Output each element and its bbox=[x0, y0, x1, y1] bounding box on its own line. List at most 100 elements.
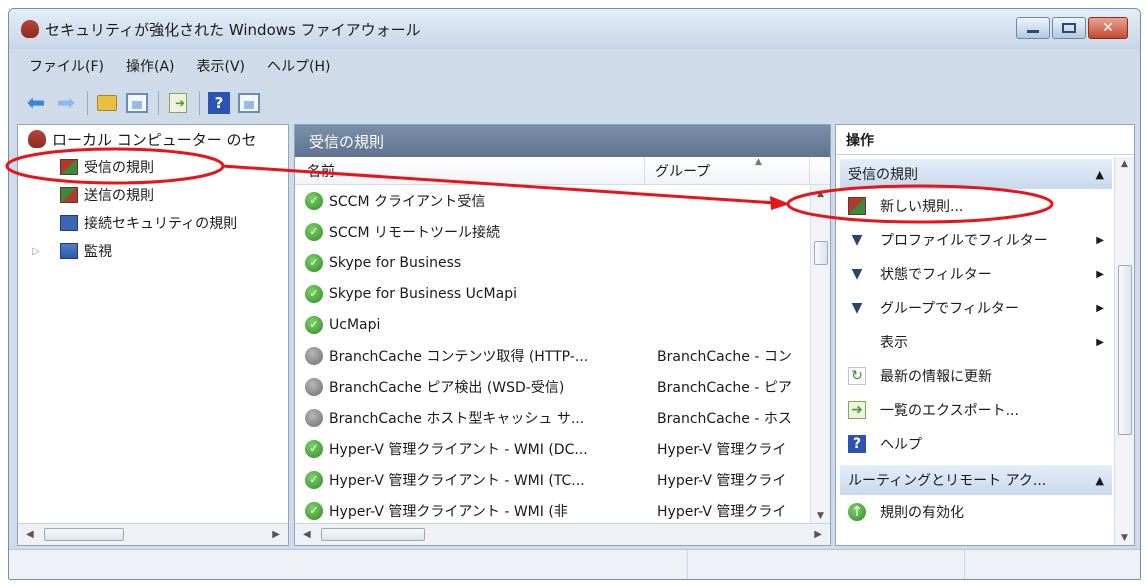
vertical-scrollbar[interactable]: ▲ ▼ bbox=[1114, 157, 1134, 545]
actions-section-routing[interactable]: ルーティングとリモート アク... ▲ bbox=[840, 465, 1112, 495]
table-row[interactable]: ✓ Skype for Business bbox=[295, 247, 810, 278]
table-row[interactable]: BranchCache コンテンツ取得 (HTTP-... BranchCache… bbox=[295, 340, 810, 371]
menu-view[interactable]: 表示(V) bbox=[197, 56, 246, 76]
enable-rule-icon: ↑ bbox=[848, 503, 866, 521]
scrollbar-thumb[interactable] bbox=[44, 528, 124, 541]
menu-help[interactable]: ヘルプ(H) bbox=[267, 56, 330, 76]
table-row[interactable]: ✓ Hyper-V 管理クライアント - WMI (DC... Hyper-V 管理… bbox=[295, 433, 810, 464]
tree-item-inbound-rules[interactable]: 受信の規則 bbox=[18, 153, 288, 181]
tree-item-connection-security[interactable]: 接続セキュリティの規則 bbox=[18, 209, 288, 237]
rule-name: SCCM クライアント受信 bbox=[329, 193, 486, 210]
firewall-shield-icon bbox=[28, 130, 46, 148]
submenu-arrow-icon: ▶ bbox=[1096, 336, 1104, 348]
horizontal-scrollbar[interactable]: ◀ ▶ bbox=[295, 523, 830, 545]
rule-group: BranchCache - ホス bbox=[657, 410, 792, 427]
rule-group: BranchCache - ピア bbox=[657, 379, 792, 396]
back-button[interactable]: ⬅ bbox=[23, 90, 49, 116]
table-row[interactable]: ✓ SCCM リモートツール接続 bbox=[295, 216, 810, 247]
help-icon: ? bbox=[848, 435, 866, 453]
rules-list-pane: 受信の規則 名前 グループ ▲ ✓ SCCM クライアント受信 ✓ SCCM リモート… bbox=[294, 124, 831, 546]
action-enable-rule[interactable]: ↑ 規則の有効化 bbox=[836, 495, 1112, 529]
enabled-rule-icon: ✓ bbox=[305, 222, 323, 241]
column-header-name[interactable]: 名前 bbox=[295, 157, 645, 184]
tree-root-label: ローカル コンピューター のセ bbox=[52, 130, 257, 149]
scroll-up-icon[interactable]: ▲ bbox=[811, 185, 830, 203]
scroll-up-icon[interactable]: ▲ bbox=[1115, 159, 1134, 169]
firewall-shield-icon bbox=[21, 20, 39, 38]
close-button[interactable]: ✕ bbox=[1088, 17, 1128, 39]
scroll-left-icon[interactable]: ◀ bbox=[303, 529, 311, 540]
export-list-button[interactable] bbox=[165, 90, 191, 116]
enabled-rule-icon: ✓ bbox=[305, 470, 323, 489]
enabled-rule-icon: ✓ bbox=[305, 439, 323, 458]
action-item[interactable]: ▼ グループでフィルター ▶ bbox=[836, 291, 1112, 325]
help-button[interactable]: ? bbox=[206, 90, 232, 116]
action-label: 新しい規則... bbox=[880, 199, 964, 215]
horizontal-scrollbar[interactable]: ◀ ▶ bbox=[18, 523, 288, 545]
table-row[interactable]: ✓ Hyper-V 管理クライアント - WMI (TC... Hyper-V 管理… bbox=[295, 464, 810, 495]
show-hide-action-pane-button[interactable] bbox=[236, 90, 262, 116]
action-item[interactable]: ▼ プロファイルでフィルター ▶ bbox=[836, 223, 1112, 257]
menu-file[interactable]: ファイル(F) bbox=[29, 56, 104, 76]
connection-security-icon bbox=[60, 215, 78, 231]
rule-name: BranchCache コンテンツ取得 (HTTP-... bbox=[329, 348, 589, 365]
action-item[interactable]: ➜ 一覧のエクスポート... bbox=[836, 393, 1112, 427]
new-rule-icon bbox=[848, 197, 866, 215]
collapse-icon[interactable]: ▲ bbox=[1096, 474, 1104, 487]
rules-list: ✓ SCCM クライアント受信 ✓ SCCM リモートツール接続 ✓ Skype for … bbox=[295, 185, 810, 526]
scroll-right-icon[interactable]: ▶ bbox=[814, 529, 822, 540]
action-item[interactable]: ? ヘルプ bbox=[836, 427, 1112, 461]
column-header-group[interactable]: グループ ▲ bbox=[645, 157, 810, 184]
tree-item-label: 受信の規則 bbox=[84, 160, 154, 176]
scroll-down-icon[interactable]: ▼ bbox=[1115, 533, 1134, 543]
enabled-rule-icon: ✓ bbox=[305, 253, 323, 272]
pane-title: 受信の規則 bbox=[295, 125, 830, 157]
forward-button[interactable]: ➡ bbox=[53, 90, 79, 116]
table-row[interactable]: ✓ UcMapi bbox=[295, 309, 810, 340]
action-item[interactable]: ↻ 最新の情報に更新 bbox=[836, 359, 1112, 393]
tree-item-monitoring[interactable]: ▷ 監視 bbox=[18, 237, 288, 265]
rule-name: UcMapi bbox=[329, 316, 381, 333]
toolbar-separator bbox=[87, 91, 88, 115]
action-label: 規則の有効化 bbox=[880, 505, 964, 521]
action-item[interactable]: 表示 ▶ bbox=[836, 325, 1112, 359]
scrollbar-thumb[interactable] bbox=[814, 241, 828, 265]
up-folder-button[interactable] bbox=[94, 90, 120, 116]
sort-indicator-icon: ▲ bbox=[755, 157, 762, 167]
tree-item-outbound-rules[interactable]: 送信の規則 bbox=[18, 181, 288, 209]
table-row[interactable]: ✓ Hyper-V 管理クライアント - WMI (非 Hyper-V 管理クライ bbox=[295, 495, 810, 526]
vertical-scrollbar[interactable]: ▲ ▼ bbox=[810, 185, 830, 525]
scrollbar-thumb[interactable] bbox=[321, 528, 425, 541]
scroll-right-icon[interactable]: ▶ bbox=[272, 529, 280, 540]
table-row[interactable]: BranchCache ピア検出 (WSD-受信) BranchCache - ピ… bbox=[295, 371, 810, 402]
rule-name: Skype for Business bbox=[329, 254, 462, 271]
forward-arrow-icon: ➡ bbox=[56, 90, 76, 116]
outbound-rules-icon bbox=[60, 187, 78, 203]
close-icon: ✕ bbox=[1102, 20, 1114, 36]
menu-action[interactable]: 操作(A) bbox=[126, 56, 175, 76]
filter-icon: ▼ bbox=[851, 300, 863, 316]
disabled-rule-icon bbox=[305, 377, 323, 396]
actions-section-inbound-rules[interactable]: 受信の規則 ▲ bbox=[840, 159, 1112, 189]
rule-name: Skype for Business UcMapi bbox=[329, 285, 517, 302]
action-item[interactable]: ▼ 状態でフィルター ▶ bbox=[836, 257, 1112, 291]
collapse-icon[interactable]: ▲ bbox=[1096, 168, 1104, 181]
scroll-left-icon[interactable]: ◀ bbox=[26, 529, 34, 540]
rule-name: BranchCache ピア検出 (WSD-受信) bbox=[329, 379, 565, 396]
title-bar: セキュリティが強化された Windows ファイアウォール ✕ bbox=[9, 9, 1140, 49]
disabled-rule-icon bbox=[305, 408, 323, 427]
submenu-arrow-icon: ▶ bbox=[1096, 302, 1104, 314]
table-row[interactable]: ✓ Skype for Business UcMapi bbox=[295, 278, 810, 309]
rule-group: Hyper-V 管理クライ bbox=[657, 503, 787, 520]
scrollbar-thumb[interactable] bbox=[1118, 265, 1132, 435]
expand-triangle-icon[interactable]: ▷ bbox=[32, 246, 60, 257]
console-tree: ローカル コンピューター のセ 受信の規則 送信の規則 接続セキュリティの規則 … bbox=[17, 124, 289, 546]
action-item[interactable]: 新しい規則... bbox=[836, 189, 1112, 223]
table-row[interactable]: ✓ SCCM クライアント受信 bbox=[295, 185, 810, 216]
maximize-button[interactable] bbox=[1052, 17, 1086, 39]
tree-root[interactable]: ローカル コンピューター のセ bbox=[18, 125, 288, 153]
minimize-button[interactable] bbox=[1016, 17, 1050, 39]
rule-group: Hyper-V 管理クライ bbox=[657, 441, 787, 458]
show-hide-tree-button[interactable] bbox=[124, 90, 150, 116]
table-row[interactable]: BranchCache ホスト型キャッシュ サ... BranchCache - … bbox=[295, 402, 810, 433]
